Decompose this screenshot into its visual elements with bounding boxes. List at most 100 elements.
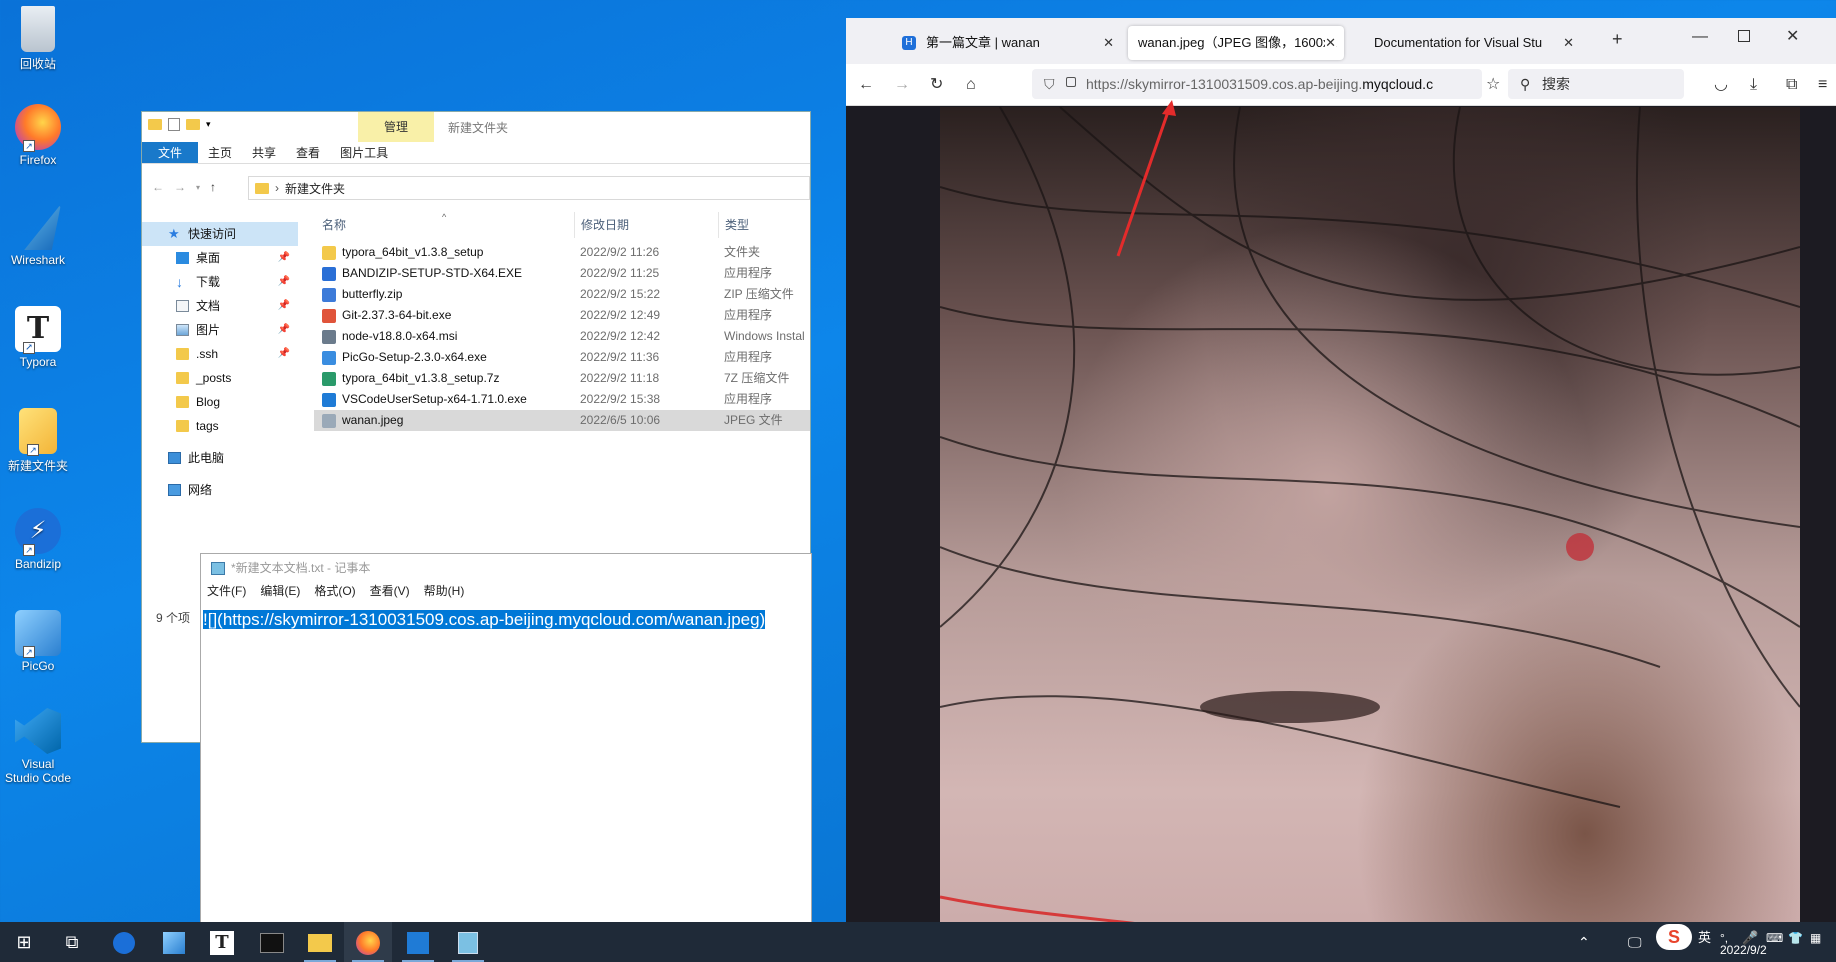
menu-file[interactable]: 文件(F) [207, 582, 246, 602]
maximize-icon[interactable] [1738, 30, 1750, 42]
tab-picture-tools[interactable]: 图片工具 [330, 142, 398, 163]
menu-view[interactable]: 查看(V) [370, 582, 410, 602]
file-row[interactable]: wanan.jpeg 2022/6/5 10:06 JPEG 文件 [314, 410, 810, 431]
manage-tab[interactable]: 管理 [358, 112, 434, 142]
tab-blog-post[interactable]: H 第一篇文章 | wanan ✕ [886, 26, 1122, 60]
forward-arrow-icon[interactable]: → [174, 180, 186, 194]
forward-arrow-icon[interactable]: → [894, 76, 910, 94]
firefox-window[interactable]: H 第一篇文章 | wanan ✕ wanan.jpeg（JPEG 图像，160… [846, 18, 1836, 962]
bookmark-star-icon[interactable]: ☆ [1486, 76, 1500, 94]
downloads-icon[interactable]: ⤓ [1750, 76, 1757, 94]
search-input[interactable]: ⚲ 搜索 [1508, 69, 1684, 99]
clock-date[interactable]: 2022/9/2 [1720, 940, 1767, 962]
tab-file[interactable]: 文件 [142, 142, 199, 163]
minimize-icon[interactable]: — [1692, 28, 1708, 46]
recent-chevron-icon[interactable]: ▾ [196, 183, 200, 192]
close-window-icon[interactable]: ✕ [1786, 28, 1799, 46]
task-view-icon[interactable]: ⧉ [48, 922, 96, 962]
bandizip-icon[interactable] [100, 922, 148, 962]
folder-icon: ↗ [19, 408, 57, 456]
tab-share[interactable]: 共享 [242, 142, 286, 163]
nav-item-quick-access[interactable]: ★ 快速访问 [142, 222, 298, 246]
close-tab-icon[interactable]: ✕ [1325, 26, 1336, 60]
tracking-shield-icon[interactable]: ⛉ [1044, 69, 1055, 99]
nav-item-pictures[interactable]: 图片 📌 [142, 318, 298, 342]
desktop-icon-picgo[interactable]: ↗ PicGo [4, 610, 72, 673]
menu-format[interactable]: 格式(O) [314, 582, 355, 602]
url-bar[interactable]: ⛉ https://skymirror-1310031509.cos.ap-be… [1032, 69, 1482, 99]
nav-item-label: 此电脑 [188, 451, 225, 465]
lock-icon[interactable] [1066, 77, 1076, 87]
menu-help[interactable]: 帮助(H) [424, 582, 465, 602]
sogou-ime-icon[interactable]: S [1656, 924, 1692, 950]
desktop-icon-folder[interactable]: ↗ 新建文件夹 [4, 408, 72, 474]
network-icon[interactable]: 🖵 [1628, 922, 1642, 962]
firefox-icon[interactable] [344, 922, 392, 962]
reload-icon[interactable]: ↻ [930, 76, 943, 94]
menu-icon[interactable]: ≡ [1818, 76, 1827, 94]
nav-item-blog[interactable]: Blog [142, 390, 298, 414]
file-row[interactable]: typora_64bit_v1.3.8_setup.7z 2022/9/2 11:… [314, 368, 810, 389]
file-row[interactable]: Git-2.37.3-64-bit.exe 2022/9/2 12:49 应用程序 [314, 305, 810, 326]
grid-menu-icon[interactable]: ▦ [1810, 918, 1821, 958]
vscode-icon[interactable] [394, 922, 442, 962]
file-name-cell: Git-2.37.3-64-bit.exe [314, 305, 574, 326]
tab-home[interactable]: 主页 [198, 142, 242, 163]
selected-text[interactable]: ![](https://skymirror-1310031509.cos.ap-… [203, 610, 766, 629]
desktop-icon-vscode[interactable]: ↗ Visual Studio Code [4, 708, 72, 785]
nav-item-network[interactable]: 网络 [142, 478, 298, 502]
close-tab-icon[interactable]: ✕ [1103, 26, 1114, 60]
menu-edit[interactable]: 编辑(E) [260, 582, 300, 602]
windows-start-icon[interactable]: ⊞ [0, 922, 48, 962]
notepad-icon[interactable] [444, 922, 492, 962]
back-arrow-icon[interactable]: ← [152, 180, 164, 194]
nav-item-ssh[interactable]: .ssh 📌 [142, 342, 298, 366]
pocket-icon[interactable]: ◡ [1714, 76, 1728, 94]
tab-vscode-docs[interactable]: Documentation for Visual Stu ✕ [1358, 26, 1582, 60]
back-arrow-icon[interactable]: ← [858, 76, 874, 94]
nav-item-this-pc[interactable]: 此电脑 [142, 446, 298, 470]
nav-item-downloads[interactable]: ↓ 下载 📌 [142, 270, 298, 294]
nav-item-desktop[interactable]: 桌面 📌 [142, 246, 298, 270]
tab-wanan-jpeg[interactable]: wanan.jpeg（JPEG 图像，1600x1 ✕ [1128, 26, 1344, 60]
picgo-icon[interactable] [150, 922, 198, 962]
desktop-icon-recycle-bin[interactable]: 回收站 [4, 6, 72, 72]
file-date: 2022/9/2 11:25 [580, 266, 660, 280]
properties-icon[interactable] [168, 117, 180, 131]
breadcrumb[interactable]: 新建文件夹 [285, 180, 345, 197]
notepad-title-bar: *新建文本文档.txt - 记事本 [201, 554, 811, 582]
terminal-icon[interactable] [248, 922, 296, 962]
address-bar[interactable]: › 新建文件夹 [248, 176, 810, 200]
desktop-icon-firefox[interactable]: ↗ Firefox [4, 104, 72, 167]
nav-item-tags[interactable]: tags [142, 414, 298, 438]
desktop-icon-typora[interactable]: T ↗ Typora [4, 306, 72, 369]
chevron-down-icon[interactable]: ▾ [206, 119, 211, 130]
file-row[interactable]: butterfly.zip 2022/9/2 15:22 ZIP 压缩文件 [314, 284, 810, 305]
column-header-type[interactable]: 类型 [718, 212, 749, 238]
keyboard-icon[interactable]: ⌨ [1766, 918, 1783, 958]
file-explorer-icon[interactable] [296, 922, 344, 962]
file-row[interactable]: typora_64bit_v1.3.8_setup 2022/9/2 11:26 文… [314, 242, 810, 263]
file-row[interactable]: PicGo-Setup-2.3.0-x64.exe 2022/9/2 11:36 应… [314, 347, 810, 368]
nav-item-posts[interactable]: _posts [142, 366, 298, 390]
tab-view[interactable]: 查看 [286, 142, 330, 163]
extensions-icon[interactable]: ⧉ [1786, 76, 1797, 94]
file-row[interactable]: VSCodeUserSetup-x64-1.71.0.exe 2022/9/2 1… [314, 389, 810, 410]
desktop-icon-wireshark[interactable]: Wireshark [4, 204, 72, 267]
notepad-text-area[interactable]: ![](https://skymirror-1310031509.cos.ap-… [201, 602, 811, 638]
up-arrow-icon[interactable]: ↑ [210, 180, 216, 194]
new-tab-icon[interactable]: + [1612, 30, 1623, 48]
file-row[interactable]: BANDIZIP-SETUP-STD-X64.EXE 2022/9/2 11:25… [314, 263, 810, 284]
close-tab-icon[interactable]: ✕ [1563, 26, 1574, 60]
nav-item-documents[interactable]: 文档 📌 [142, 294, 298, 318]
shirt-skin-icon[interactable]: 👕 [1788, 918, 1803, 958]
new-folder-icon[interactable] [186, 118, 200, 130]
show-hidden-icons-chevron-icon[interactable]: ⌃ [1578, 922, 1590, 962]
ime-mode-indicator[interactable]: 英 [1698, 918, 1711, 958]
file-row[interactable]: node-v18.8.0-x64.msi 2022/9/2 12:42 Window… [314, 326, 810, 347]
home-icon[interactable]: ⌂ [966, 76, 976, 94]
column-header-date[interactable]: 修改日期 [574, 212, 718, 238]
notepad-window[interactable]: *新建文本文档.txt - 记事本 文件(F) 编辑(E) 格式(O) 查看(V… [200, 553, 812, 962]
desktop-icon-bandizip[interactable]: ⚡ ↗ Bandizip [4, 508, 72, 571]
typora-icon[interactable]: T [198, 922, 246, 962]
